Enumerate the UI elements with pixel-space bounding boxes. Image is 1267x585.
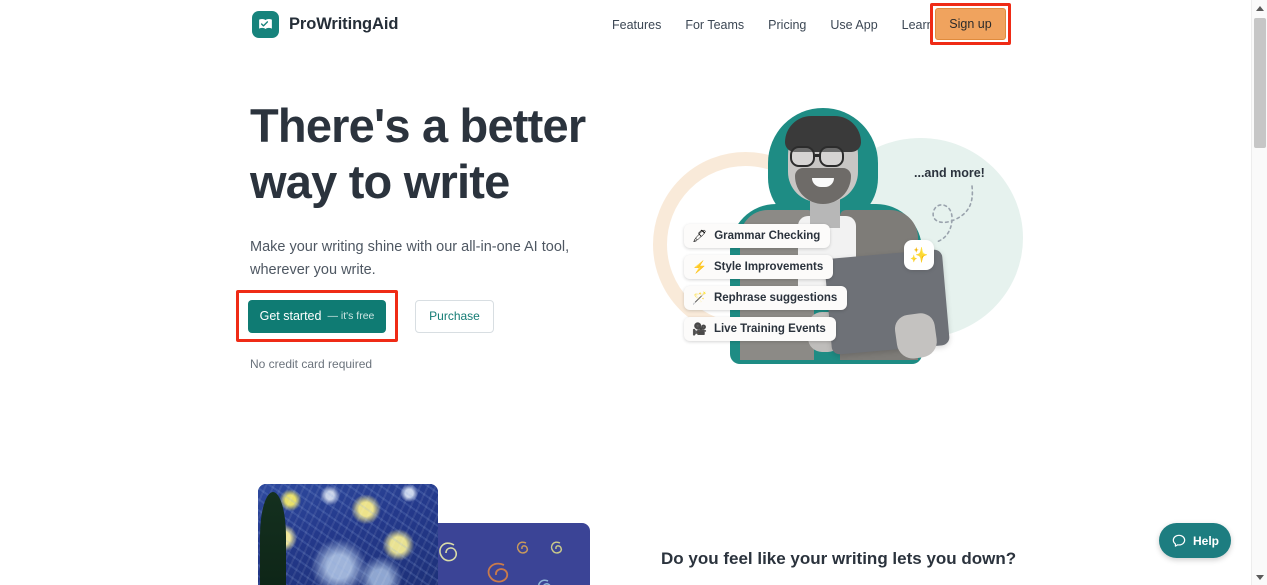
get-started-highlight-box: Get started — it's free: [236, 290, 398, 342]
feature-pill-label: Style Improvements: [713, 261, 824, 273]
signup-button-area: Sign up: [930, 3, 1011, 45]
chat-bubble-icon: [1172, 534, 1186, 547]
brand-logo-link[interactable]: ProWritingAid: [252, 11, 398, 38]
starry-night-cypress: [260, 492, 286, 585]
nav-link-use-app[interactable]: Use App: [818, 0, 889, 50]
starry-night-image: [258, 484, 438, 585]
feature-pill-live-training-events: 🎥 Live Training Events: [684, 317, 836, 341]
nav-link-for-teams[interactable]: For Teams: [673, 0, 756, 50]
site-header: ProWritingAid Features For Teams Pricing…: [0, 0, 1251, 50]
get-started-button[interactable]: Get started — it's free: [248, 299, 386, 333]
feature-pill-grammar-checking: 🖋 Grammar Checking: [684, 224, 831, 248]
get-started-label: Get started: [259, 309, 322, 323]
page-title: There's a better way to write: [250, 99, 586, 208]
doodle-swirls: [439, 541, 563, 585]
brand-name: ProWritingAid: [289, 15, 399, 33]
get-started-sublabel: — it's free: [327, 310, 375, 322]
scroll-up-arrow-icon[interactable]: [1252, 0, 1267, 16]
glasses-right-lens: [819, 146, 844, 167]
and-more-annotation: ...and more!: [914, 166, 1010, 246]
feature-pill-list: 🖋 Grammar Checking ⚡ Style Improvements …: [684, 224, 848, 341]
hero-subtitle: Make your writing shine with our all-in-…: [250, 239, 570, 278]
glasses-bridge: [815, 154, 821, 157]
help-label: Help: [1192, 533, 1219, 548]
wand-icon: 🪄: [692, 291, 707, 305]
feature-pill-label: Rephrase suggestions: [713, 292, 838, 304]
hero-text-block: There's a better way to write Make your …: [250, 98, 630, 282]
help-widget-button[interactable]: Help: [1159, 523, 1231, 558]
dotted-curved-arrow-icon: [932, 185, 974, 243]
nav-link-features[interactable]: Features: [600, 0, 673, 50]
hero-cta-row: Get started — it's free Purchase: [236, 290, 494, 342]
feature-pill-style-improvements: ⚡ Style Improvements: [684, 255, 834, 279]
no-credit-card-note: No credit card required: [250, 357, 373, 371]
pen-icon: 🖋: [692, 229, 708, 243]
feature-pill-label: Grammar Checking: [714, 230, 821, 242]
glasses-left-lens: [790, 146, 815, 167]
doodle-panel-image: [430, 523, 590, 585]
purchase-button[interactable]: Purchase: [415, 299, 494, 333]
page-viewport: ProWritingAid Features For Teams Pricing…: [0, 0, 1251, 585]
feature-pill-label: Live Training Events: [713, 323, 826, 335]
hero-illustration: ✨ 🖋 Grammar Checking ⚡ Style Improvement…: [628, 92, 1028, 382]
scroll-down-arrow-icon[interactable]: [1252, 569, 1267, 585]
person-right-hand: [893, 311, 939, 361]
section-heading: Do you feel like your writing lets you d…: [661, 549, 1017, 568]
and-more-label: ...and more!: [914, 166, 985, 180]
signup-button[interactable]: Sign up: [935, 8, 1006, 40]
browser-page: ProWritingAid Features For Teams Pricing…: [0, 0, 1267, 585]
nav-link-pricing[interactable]: Pricing: [756, 0, 818, 50]
bolt-icon: ⚡: [692, 260, 707, 274]
scrollbar-track[interactable]: [1252, 16, 1267, 569]
camera-icon: 🎥: [692, 322, 707, 336]
scrollbar-thumb[interactable]: [1254, 18, 1266, 148]
feature-pill-rephrase-suggestions: 🪄 Rephrase suggestions: [684, 286, 848, 310]
book-check-icon: [252, 11, 279, 38]
vertical-scrollbar[interactable]: [1251, 0, 1267, 585]
